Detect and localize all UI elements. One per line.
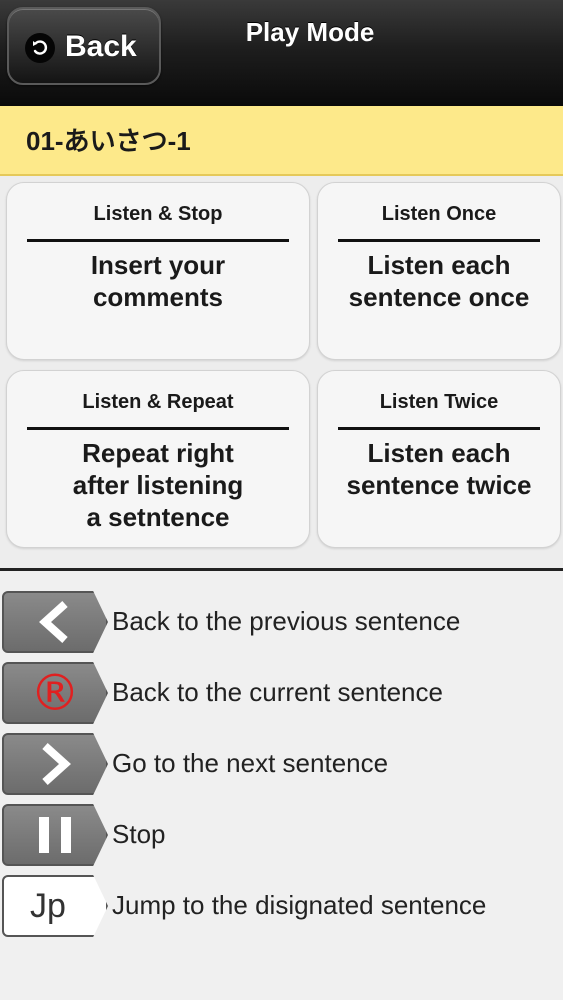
legend-item: ® Back to the current sentence	[0, 660, 563, 726]
mode-divider	[338, 427, 540, 430]
lesson-title: 01-あいさつ-1	[26, 126, 191, 156]
legend-label: Go to the next sentence	[112, 748, 389, 778]
mode-listen-twice-button[interactable]: Listen Twice Listen each sentence twice	[317, 370, 561, 548]
mode-description: Listen each sentence once	[348, 250, 530, 312]
mode-divider	[27, 427, 289, 430]
chevron-left-icon	[2, 591, 108, 653]
jp-icon: Jp	[2, 875, 108, 937]
mode-divider	[27, 239, 289, 242]
legend-item: Stop	[0, 802, 563, 868]
legend-label: Stop	[112, 819, 166, 849]
controls-legend: Back to the previous sentence ® Back to …	[0, 571, 563, 1000]
back-arrow-icon	[25, 33, 55, 63]
back-button[interactable]: Back	[7, 7, 161, 85]
mode-name: Listen Twice	[379, 391, 499, 413]
mode-listen-stop-button[interactable]: Listen & Stop Insert your comments	[6, 182, 310, 360]
mode-listen-once-button[interactable]: Listen Once Listen each sentence once	[317, 182, 561, 360]
legend-label: Back to the previous sentence	[112, 606, 461, 636]
mode-description: Insert your comments	[90, 250, 226, 312]
lesson-title-bar: 01-あいさつ-1	[0, 106, 563, 176]
mode-name: Listen Once	[381, 203, 497, 225]
mode-name: Listen & Repeat	[82, 391, 234, 413]
pause-icon	[2, 804, 108, 866]
mode-description: Repeat right after listening a setntence	[72, 438, 244, 532]
legend-label: Jump to the disignated sentence	[112, 890, 487, 920]
mode-listen-repeat-button[interactable]: Listen & Repeat Repeat right after liste…	[6, 370, 310, 548]
legend-item: Go to the next sentence	[0, 731, 563, 797]
back-button-label: Back	[65, 30, 137, 63]
mode-description: Listen each sentence twice	[346, 438, 532, 500]
mode-divider	[338, 239, 540, 242]
legend-item: Jp Jump to the disignated sentence	[0, 873, 563, 939]
mode-name: Listen & Stop	[93, 203, 223, 225]
legend-item: Back to the previous sentence	[0, 589, 563, 655]
legend-label: Back to the current sentence	[112, 677, 443, 707]
chevron-right-icon	[2, 733, 108, 795]
registered-r-icon: ®	[2, 662, 108, 724]
mode-grid: Listen & Stop Insert your comments Liste…	[0, 176, 563, 568]
nav-header: Back Play Mode	[0, 0, 563, 106]
page-title: Play Mode	[245, 17, 375, 47]
